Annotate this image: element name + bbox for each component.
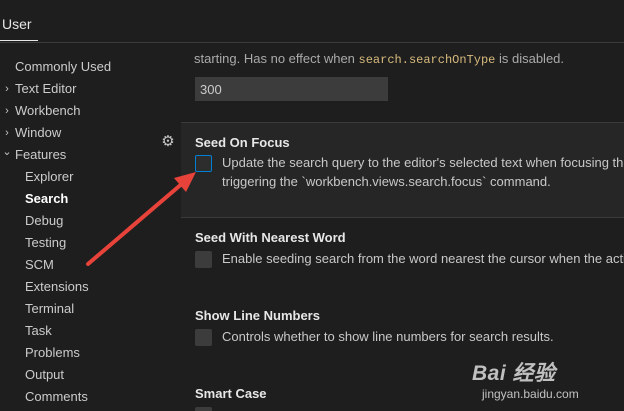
toc-item-testing[interactable]: Testing bbox=[25, 232, 66, 254]
toc-item-scm[interactable]: SCM bbox=[25, 254, 54, 276]
description-text: is disabled. bbox=[495, 51, 565, 66]
settings-scope-tabs: User bbox=[0, 0, 624, 43]
toc-item-output[interactable]: Output bbox=[25, 364, 64, 386]
toc-item-search[interactable]: Search bbox=[25, 188, 68, 210]
toc-item-task[interactable]: Task bbox=[25, 320, 52, 342]
toc-item-extensions[interactable]: Extensions bbox=[25, 276, 89, 298]
setting-title-seed-with-nearest-word: Seed With Nearest Word bbox=[195, 230, 346, 245]
toc-item-comments[interactable]: Comments bbox=[25, 386, 88, 408]
toc-item-commonly-used[interactable]: Commonly Used bbox=[15, 56, 111, 78]
watermark-logo: Bai 经验 bbox=[472, 362, 556, 385]
toc-item-label: Window bbox=[15, 125, 62, 140]
toc-item-label: Output bbox=[25, 367, 65, 382]
toc-item-label: Features bbox=[15, 147, 67, 162]
setting-description-show-line-numbers: Controls whether to show line numbers fo… bbox=[222, 329, 554, 344]
tab-user-settings[interactable]: User bbox=[0, 0, 38, 41]
gear-icon[interactable]: ⚙ bbox=[160, 134, 176, 150]
toc-item-problems[interactable]: Problems bbox=[25, 342, 80, 364]
baidu-jingyan-watermark: Bai 经验 jingyan.baidu.com bbox=[464, 357, 614, 407]
settings-list: starting. Has no effect when search.sear… bbox=[160, 42, 624, 411]
toc-item-label: SCM bbox=[25, 257, 54, 272]
seed-with-nearest-word-checkbox[interactable] bbox=[195, 251, 212, 268]
smart-case-checkbox[interactable] bbox=[195, 407, 212, 411]
setting-title-seed-on-focus: Seed On Focus bbox=[195, 135, 290, 150]
toc-item-label: Text Editor bbox=[15, 81, 77, 96]
search-debounce-input[interactable]: 300 bbox=[195, 77, 388, 101]
description-line: triggering the `workbench.views.search.f… bbox=[222, 174, 551, 189]
toc-item-terminal[interactable]: Terminal bbox=[25, 298, 74, 320]
toc-item-label: Commonly Used bbox=[15, 59, 112, 74]
toc-item-label: Problems bbox=[25, 345, 80, 360]
toc-item-label: Task bbox=[25, 323, 52, 338]
setting-description-seed-with-nearest-word: Enable seeding search from the word near… bbox=[222, 251, 624, 266]
toc-item-window[interactable]: › Window bbox=[5, 122, 62, 144]
seed-on-focus-checkbox[interactable] bbox=[195, 155, 212, 172]
toc-item-label: Search bbox=[25, 191, 69, 206]
settings-toc: Commonly Used › Text Editor › Workbench … bbox=[0, 55, 150, 411]
toc-item-label: Comments bbox=[25, 389, 88, 404]
setting-key-code: search.searchOnType bbox=[358, 53, 496, 67]
show-line-numbers-checkbox[interactable] bbox=[195, 329, 212, 346]
toc-item-explorer[interactable]: Explorer bbox=[25, 166, 73, 188]
settings-editor: User Commonly Used › Text Editor › Workb… bbox=[0, 0, 624, 411]
setting-description-seed-on-focus: Update the search query to the editor's … bbox=[222, 153, 624, 191]
toc-item-label: Extensions bbox=[25, 279, 89, 294]
toc-item-label: Testing bbox=[25, 235, 67, 250]
setting-title-smart-case: Smart Case bbox=[195, 386, 267, 401]
toc-item-text-editor[interactable]: › Text Editor bbox=[5, 78, 77, 100]
toc-item-label: Terminal bbox=[25, 301, 75, 316]
setting-title-show-line-numbers: Show Line Numbers bbox=[195, 308, 320, 323]
toc-item-workbench[interactable]: › Workbench bbox=[5, 100, 81, 122]
description-line: Update the search query to the editor's … bbox=[222, 155, 624, 170]
description-text: starting. Has no effect when bbox=[194, 51, 359, 66]
toc-item-debug[interactable]: Debug bbox=[25, 210, 63, 232]
chevron-right-icon: › bbox=[5, 105, 9, 117]
chevron-down-icon: ⌄ bbox=[2, 146, 12, 158]
toc-item-label: Debug bbox=[25, 213, 64, 228]
toc-item-label: Explorer bbox=[25, 169, 74, 184]
watermark-url: jingyan.baidu.com bbox=[482, 387, 579, 401]
setting-description-previous: starting. Has no effect when search.sear… bbox=[194, 51, 564, 67]
chevron-right-icon: › bbox=[5, 83, 9, 95]
toc-item-features[interactable]: ⌄ Features bbox=[2, 144, 67, 166]
toc-item-label: Workbench bbox=[15, 103, 81, 118]
